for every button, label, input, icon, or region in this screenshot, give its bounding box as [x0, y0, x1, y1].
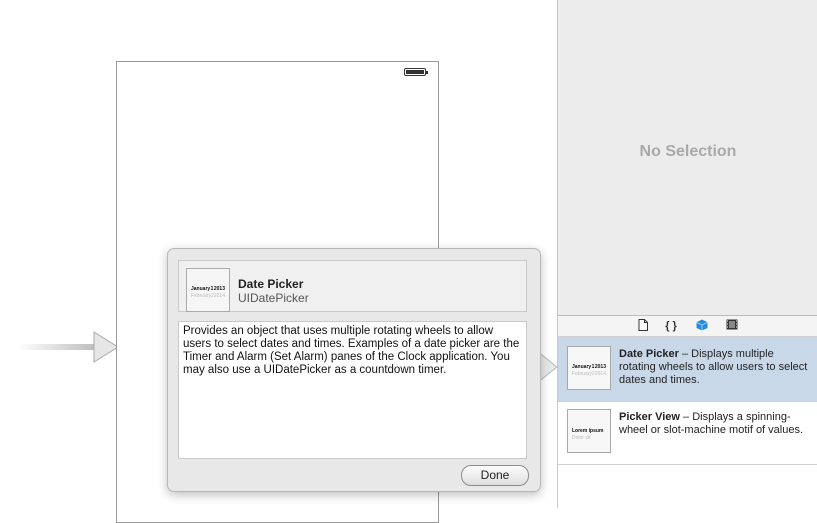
utilities-panel: No Selection { } January 1 2013 February… — [557, 0, 817, 508]
thumb-year: 2013 — [594, 364, 606, 370]
library-item-text: Date Picker – Displays multiple rotating… — [619, 348, 811, 387]
preview-month-next: February — [191, 293, 212, 299]
file-icon — [638, 318, 648, 334]
popover-header: January 1 2013 February 2 2014 Date Pick… — [178, 260, 527, 312]
file-template-tab[interactable] — [634, 318, 652, 334]
picker-view-thumbnail: Lorem ipsum Dolor sit — [567, 409, 611, 453]
preview-month: January — [191, 286, 211, 292]
object-library-tab[interactable] — [693, 318, 711, 334]
library-tab-bar: { } — [558, 316, 817, 337]
initial-view-controller-arrow[interactable] — [18, 327, 120, 367]
battery-icon — [404, 68, 428, 76]
popover-class-name: UIDatePicker — [238, 291, 309, 305]
library-item-text: Picker View – Displays a spinning-wheel … — [619, 411, 811, 437]
thumb-picker-faded: Dolor sit — [572, 435, 591, 441]
date-picker-thumbnail: January 1 2013 February 2 2014 — [567, 346, 611, 390]
thumb-year-next: 2014 — [594, 371, 606, 377]
no-selection-label: No Selection — [639, 143, 737, 160]
library-item-name: Date Picker — [619, 348, 679, 360]
inspector-pane: No Selection — [558, 0, 817, 316]
cube-icon — [696, 319, 708, 334]
popover-description: Provides an object that uses multiple ro… — [178, 321, 527, 459]
thumb-picker-text: Lorem ipsum — [572, 428, 604, 434]
code-snippet-tab[interactable]: { } — [662, 318, 680, 334]
library-item-date-picker[interactable]: January 1 2013 February 2 2014 Date Pick… — [558, 337, 817, 402]
braces-icon: { } — [665, 320, 677, 332]
library-item-name: Picker View — [619, 411, 680, 423]
library-item-separator: – — [679, 411, 693, 423]
library-detail-popover: January 1 2013 February 2 2014 Date Pick… — [167, 248, 541, 492]
preview-year: 2013 — [213, 286, 225, 292]
preview-year-next: 2014 — [213, 293, 225, 299]
library-item-picker-view[interactable]: Lorem ipsum Dolor sit Picker View – Disp… — [558, 400, 817, 465]
done-button[interactable]: Done — [461, 465, 529, 486]
library-item-separator: – — [678, 348, 692, 360]
date-picker-preview: January 1 2013 February 2 2014 — [186, 268, 230, 312]
thumb-month: January — [572, 364, 592, 370]
media-library-tab[interactable] — [723, 318, 741, 334]
thumb-month-next: February — [572, 371, 593, 377]
popover-title: Date Picker — [238, 277, 304, 291]
film-icon — [726, 319, 738, 333]
